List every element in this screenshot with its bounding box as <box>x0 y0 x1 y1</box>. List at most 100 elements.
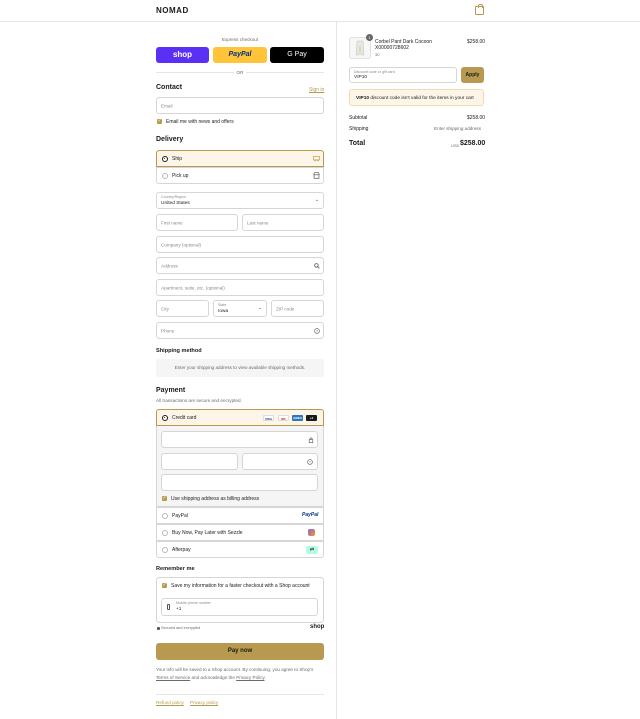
expiry-field[interactable] <box>161 453 238 470</box>
cvv-field[interactable]: ? <box>242 453 318 470</box>
express-checkout-title: Express checkout <box>221 37 259 42</box>
paypal-button[interactable]: PayPal <box>213 47 267 63</box>
currency-label: USD <box>451 143 460 148</box>
name-on-card-field[interactable] <box>161 474 318 491</box>
lock-icon <box>308 437 314 443</box>
or-label: OR <box>236 70 244 75</box>
sezzle-option[interactable]: Buy Now, Pay Later with Sezzle <box>156 524 324 541</box>
mobile-phone-value: +1 <box>176 607 182 612</box>
card-number-field[interactable] <box>161 431 318 448</box>
legal-text: Your info will be saved to a Shop accoun… <box>156 666 326 681</box>
pants-icon <box>355 40 365 56</box>
shop-logo-icon: shop <box>310 624 325 630</box>
billing-checkbox[interactable] <box>162 495 167 501</box>
apartment-placeholder: Apartment, suite, etc. (optional) <box>161 285 225 290</box>
sign-in-link[interactable]: Sign in <box>309 87 324 93</box>
pay-now-button[interactable]: Pay now <box>156 643 324 660</box>
email-field[interactable]: Email <box>156 97 324 114</box>
last-name-field[interactable]: Last name <box>242 214 324 231</box>
news-label: Email me with news and offers <box>166 119 234 125</box>
company-field[interactable]: Company (optional) <box>156 236 324 253</box>
product-size: 30 <box>375 52 380 57</box>
apply-button[interactable]: Apply <box>461 67 484 83</box>
afterpay-radio[interactable] <box>162 547 168 553</box>
remember-heading: Remember me <box>156 566 195 572</box>
footer-divider <box>156 694 324 695</box>
store-icon <box>313 172 320 179</box>
phone-field[interactable]: Phone ? <box>156 322 324 339</box>
last-name-placeholder: Last name <box>247 220 269 225</box>
subtotal-label: Subtotal <box>349 115 368 121</box>
google-pay-button[interactable]: G Pay <box>270 47 324 63</box>
phone-placeholder: Phone <box>161 328 175 333</box>
afterpay-logo-icon: ⇄ <box>306 546 318 554</box>
payment-subtitle: All transactions are secure and encrypte… <box>156 398 242 403</box>
or-divider-right <box>246 72 324 73</box>
subtotal-value: $258.00 <box>467 115 486 121</box>
secure-label: Secured and encrypted <box>161 626 201 630</box>
sezzle-logo-icon <box>308 529 315 536</box>
city-field[interactable]: City <box>156 300 209 317</box>
mobile-icon <box>167 604 170 610</box>
amex-icon: AMEX <box>292 415 303 421</box>
legal-text-part: Your info will be saved to a Shop accoun… <box>156 667 314 672</box>
ship-label: Ship <box>172 156 183 162</box>
save-info-checkbox[interactable] <box>162 582 167 588</box>
privacy-link[interactable]: Privacy Policy <box>236 675 264 680</box>
sezzle-radio[interactable] <box>162 530 168 536</box>
refund-policy-link[interactable]: Refund policy <box>156 700 184 705</box>
state-select[interactable]: State Iowa ⌄ <box>213 300 267 317</box>
credit-card-radio[interactable] <box>162 415 168 421</box>
or-divider-left <box>156 72 234 73</box>
apartment-field[interactable]: Apartment, suite, etc. (optional) <box>156 279 324 296</box>
state-value: Iowa <box>218 309 229 314</box>
visa-icon: VISA <box>263 415 274 421</box>
country-select[interactable]: Country/Region United States ⌄ <box>156 192 324 209</box>
ship-radio[interactable] <box>162 156 168 162</box>
discount-value: VIP10 <box>354 75 368 80</box>
bag-icon[interactable] <box>475 4 484 15</box>
paypal-radio[interactable] <box>162 513 168 519</box>
zip-field[interactable]: ZIP code <box>271 300 324 317</box>
mastercard-icon: MC <box>278 415 289 421</box>
delivery-heading: Delivery <box>156 136 184 143</box>
country-label: Country/Region <box>161 195 186 199</box>
chevron-down-icon: ⌄ <box>315 197 320 203</box>
privacy-policy-link[interactable]: Privacy policy <box>190 700 218 705</box>
more-cards-icon: +4 <box>306 415 317 421</box>
country-value: United States <box>161 201 190 206</box>
help-icon[interactable]: ? <box>307 459 313 465</box>
svg-text:?: ? <box>309 460 311 464</box>
news-checkbox[interactable] <box>157 118 162 124</box>
address-placeholder: Address <box>161 263 178 268</box>
discount-error-alert: VIP10 discount code isn't valid for the … <box>349 89 484 106</box>
first-name-placeholder: First name <box>161 220 183 225</box>
mobile-phone-label: Mobile phone number <box>176 601 211 605</box>
credit-card-label: Credit card <box>172 415 197 421</box>
shop-pay-button[interactable]: shop <box>156 47 209 63</box>
product-price: $258.00 <box>467 39 486 45</box>
column-divider <box>336 22 337 719</box>
pickup-label: Pick up <box>172 173 189 179</box>
first-name-field[interactable]: First name <box>156 214 238 231</box>
address-field[interactable]: Address <box>156 257 324 274</box>
paypal-logo-icon: PayPal <box>302 512 319 518</box>
discount-label: Discount code or gift card <box>354 70 395 74</box>
ship-option[interactable]: Ship <box>156 150 324 167</box>
brand-logo[interactable]: NOMAD <box>156 6 189 15</box>
shipping-label: Shipping <box>349 126 369 132</box>
terms-link[interactable]: Terms of Service <box>156 675 190 680</box>
legal-text-part: . <box>264 674 266 680</box>
sezzle-label: Buy Now, Pay Later with Sezzle <box>172 530 243 536</box>
discount-field[interactable]: Discount code or gift card VIP10 <box>349 67 457 83</box>
save-info-label: Save my information for a faster checkou… <box>171 583 310 589</box>
zip-placeholder: ZIP code <box>276 306 295 311</box>
product-sku: X00000728602 <box>375 45 409 51</box>
pickup-option[interactable]: Pick up <box>156 167 324 184</box>
afterpay-option[interactable]: Afterpay ⇄ <box>156 541 324 558</box>
header: NOMAD <box>0 0 640 22</box>
pickup-radio[interactable] <box>162 173 168 179</box>
mobile-phone-field[interactable]: Mobile phone number +1 <box>161 598 318 616</box>
help-icon[interactable]: ? <box>314 328 320 334</box>
paypal-option[interactable]: PayPal PayPal <box>156 507 324 524</box>
